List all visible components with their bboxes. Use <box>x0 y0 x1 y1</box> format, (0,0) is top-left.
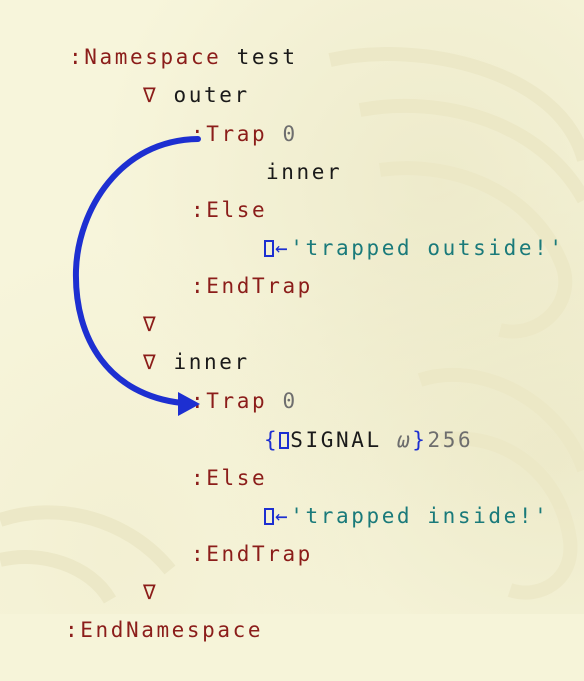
curved-arrow-icon <box>72 136 201 416</box>
namespace-end-keyword: :EndNamespace <box>64 618 264 642</box>
